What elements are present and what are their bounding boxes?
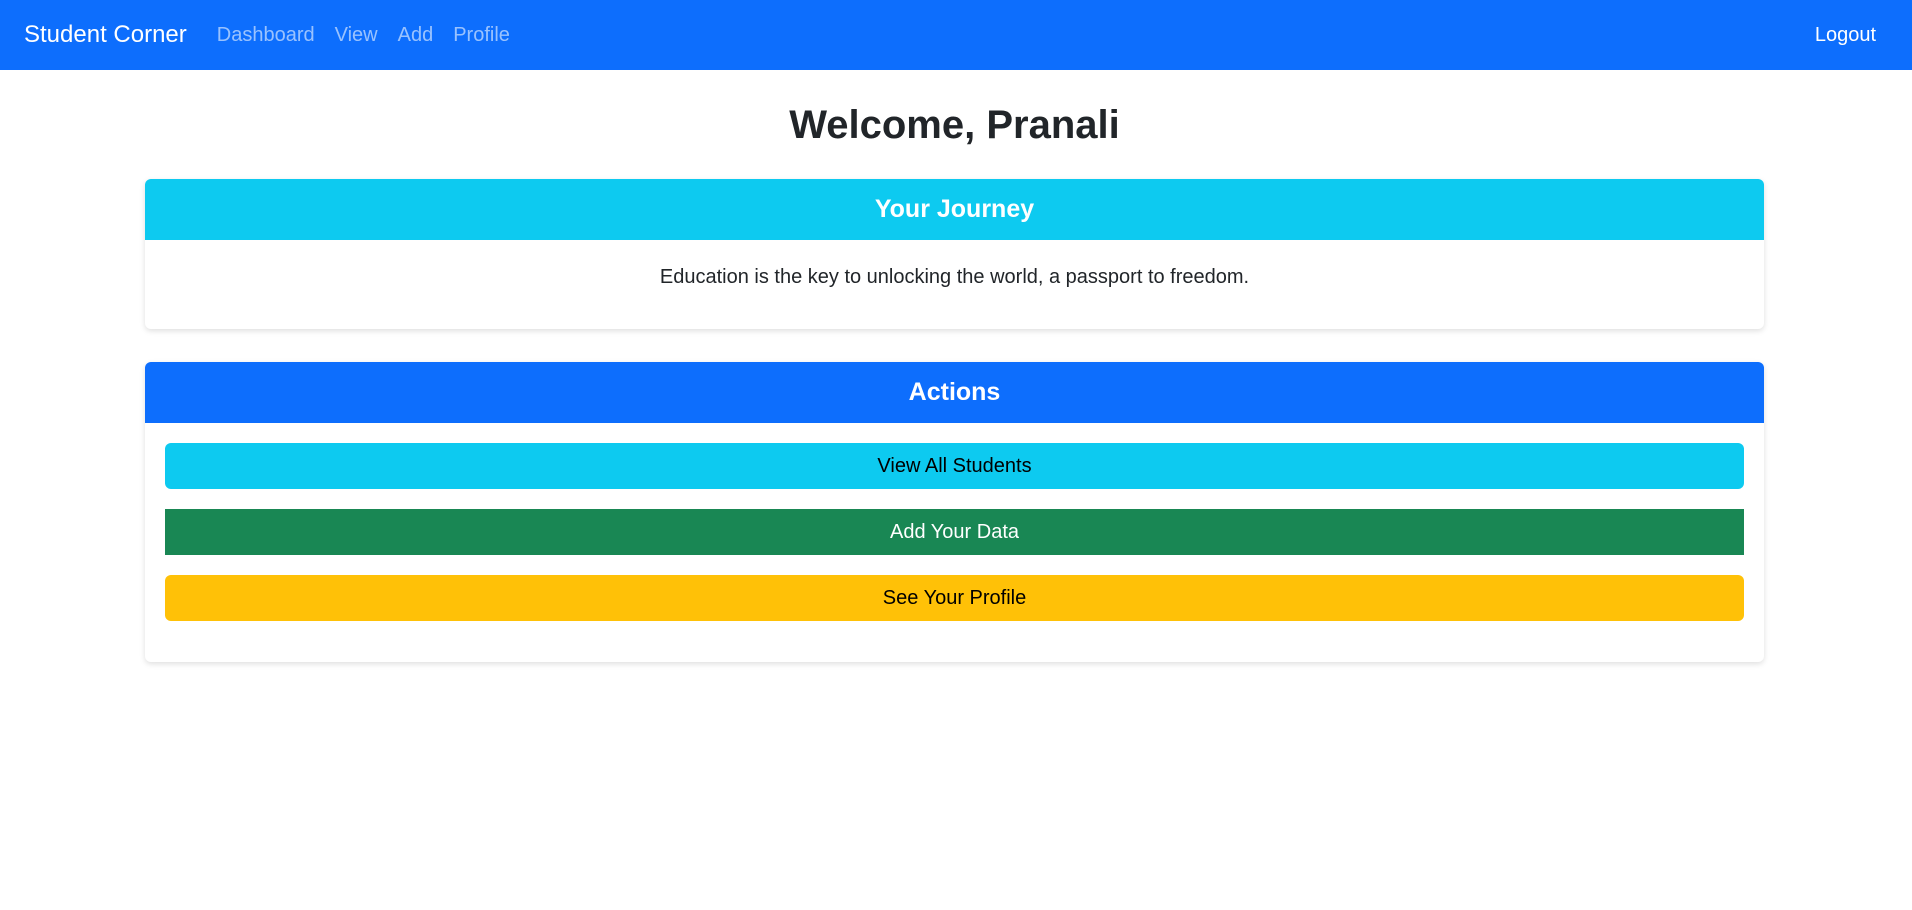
actions-card: Actions View All Students Add Your Data …	[145, 362, 1764, 662]
nav-link-dashboard[interactable]: Dashboard	[217, 0, 315, 70]
journey-card-header: Your Journey	[145, 179, 1764, 240]
view-all-students-button[interactable]: View All Students	[165, 443, 1744, 489]
see-your-profile-button[interactable]: See Your Profile	[165, 575, 1744, 621]
main-content: Welcome, Pranali Your Journey Education …	[145, 70, 1764, 662]
journey-quote: Education is the key to unlocking the wo…	[659, 266, 1250, 288]
nav-link-add[interactable]: Add	[398, 0, 434, 70]
actions-card-header: Actions	[145, 362, 1764, 423]
nav-link-view[interactable]: View	[335, 0, 378, 70]
nav-links: Dashboard View Add Profile	[207, 0, 520, 70]
actions-body: View All Students Add Your Data See Your…	[145, 423, 1764, 621]
brand-link[interactable]: Student Corner	[24, 0, 187, 70]
journey-card: Your Journey Education is the key to unl…	[145, 179, 1764, 329]
navbar: Student Corner Dashboard View Add Profil…	[0, 0, 1912, 70]
add-your-data-button[interactable]: Add Your Data	[165, 509, 1744, 555]
nav-right: Logout	[1815, 0, 1876, 70]
nav-link-profile[interactable]: Profile	[453, 0, 510, 70]
page-title: Welcome, Pranali	[789, 103, 1120, 147]
logout-link[interactable]: Logout	[1815, 24, 1876, 46]
